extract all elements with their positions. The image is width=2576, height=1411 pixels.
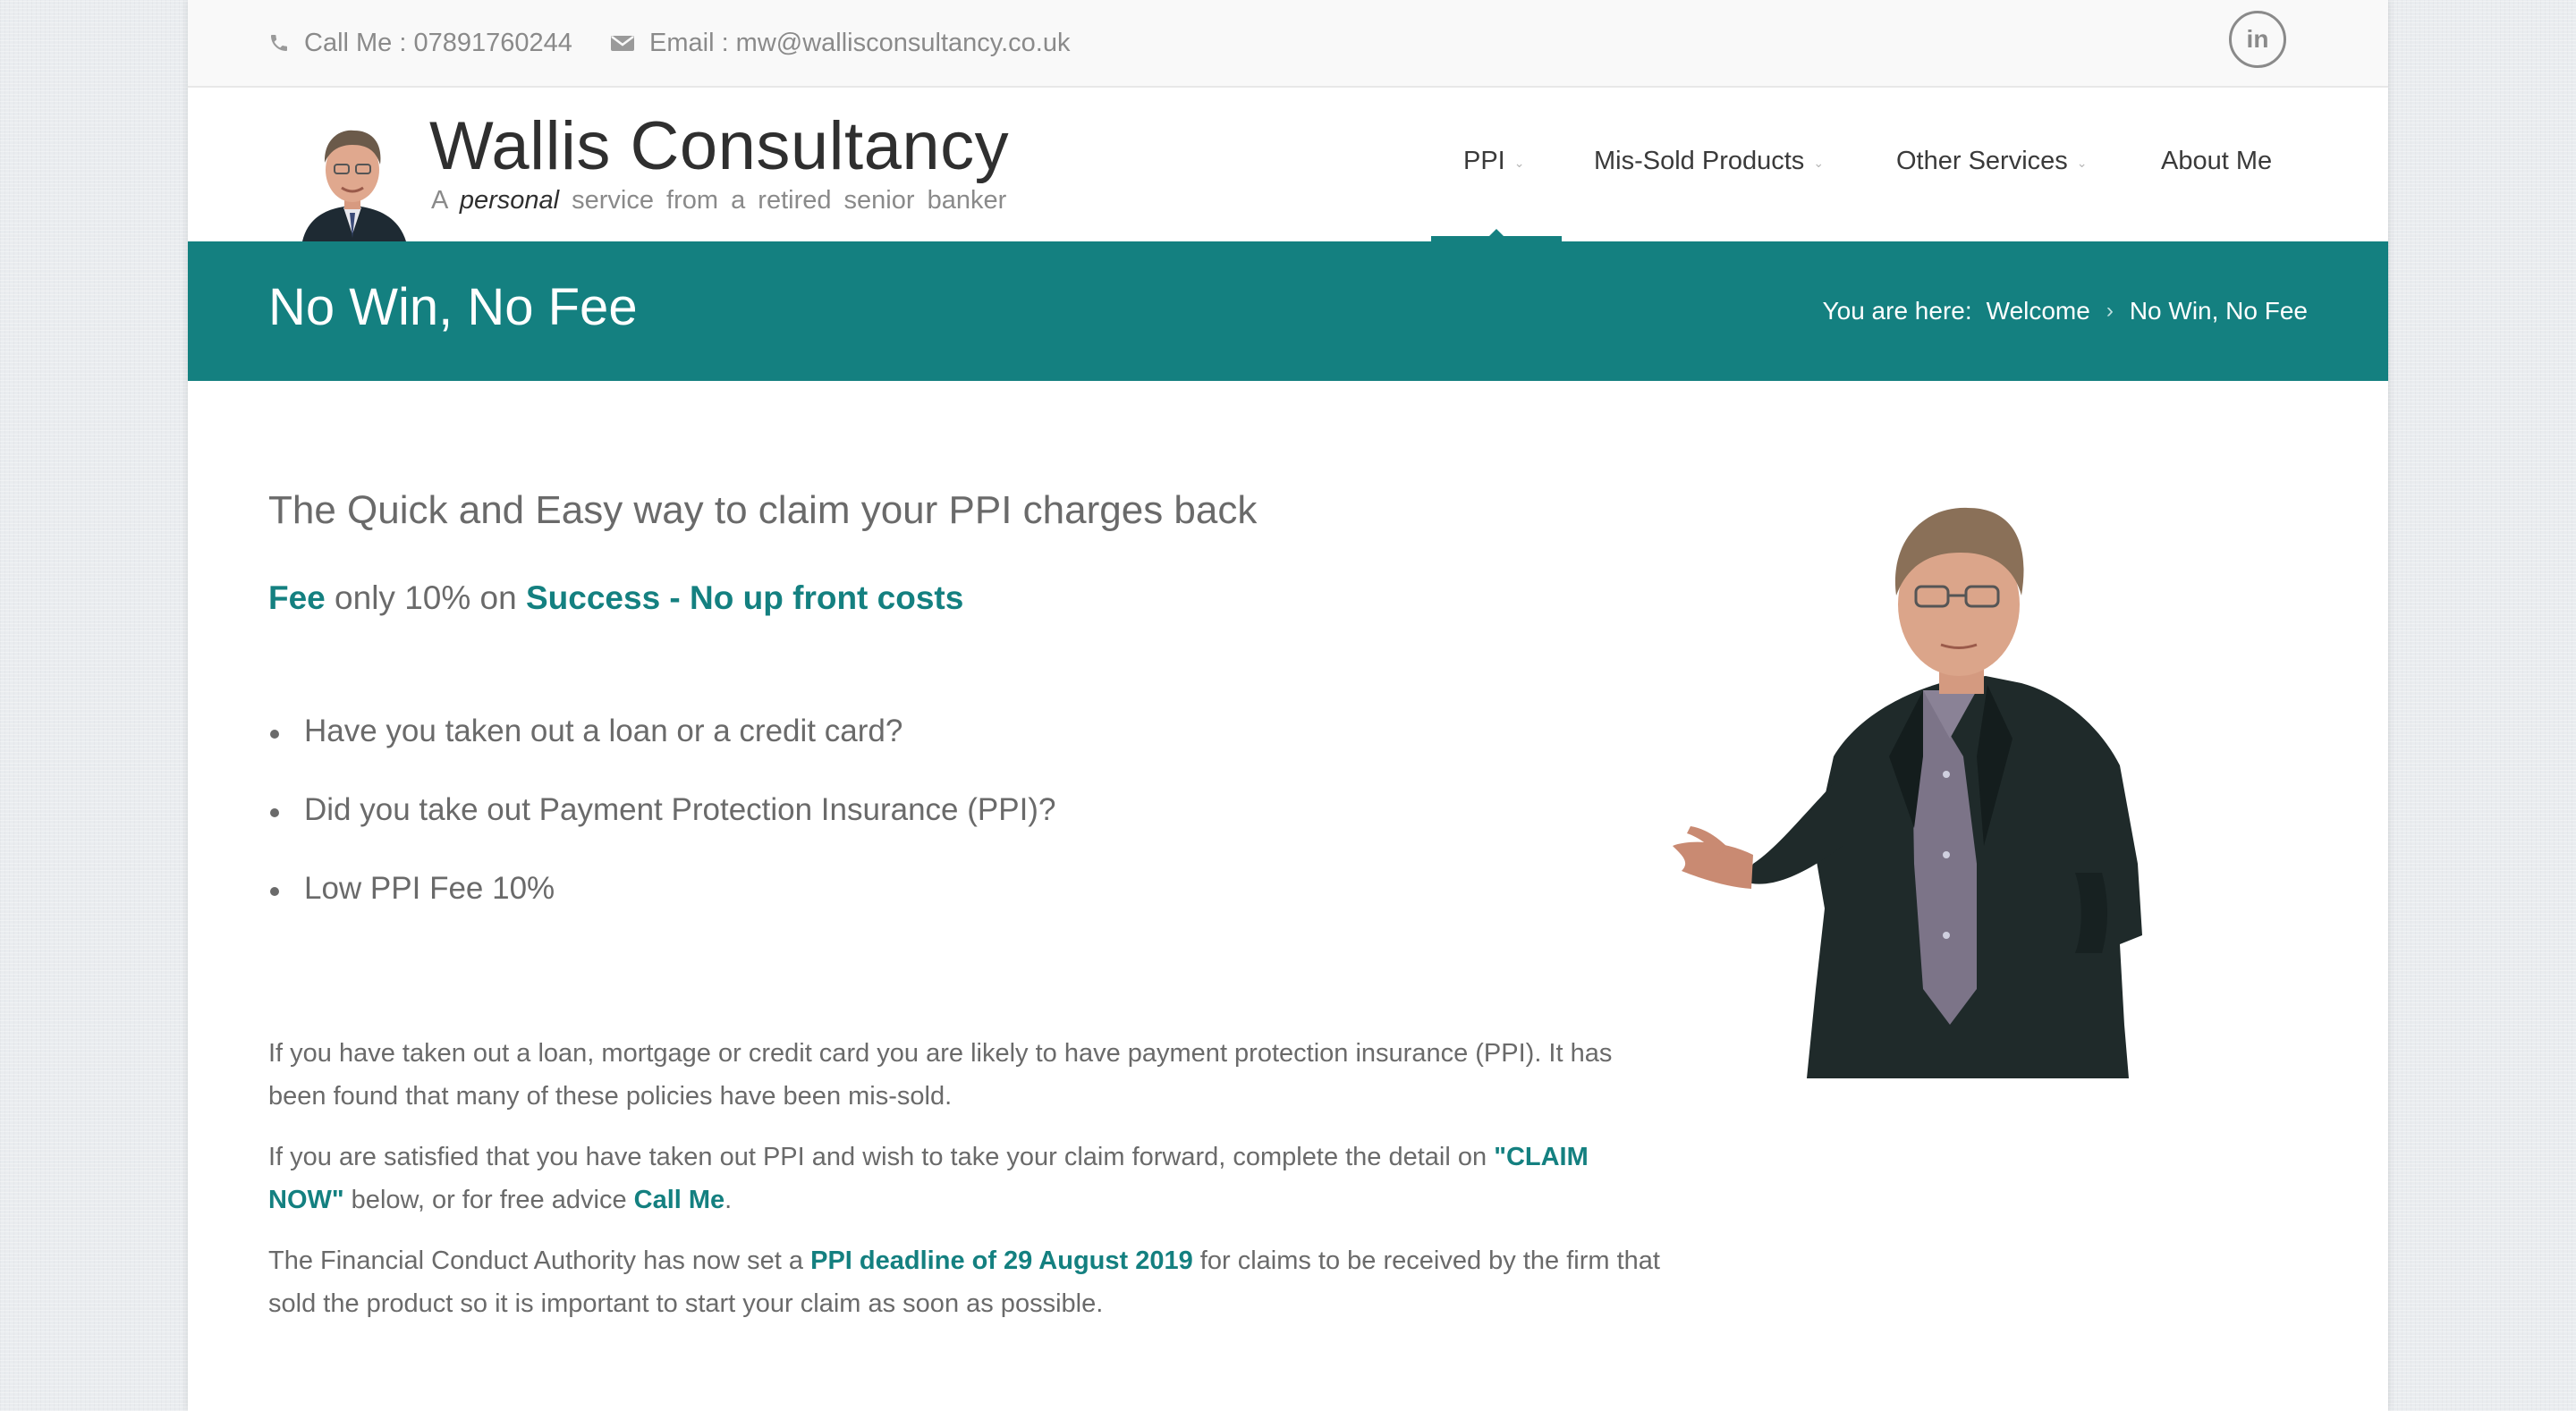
breadcrumb-label: You are here: <box>1822 297 1972 325</box>
phone-icon <box>271 35 287 51</box>
phone-text: Call Me : 07891760244 <box>304 28 572 57</box>
nav-item-other-services[interactable]: Other Services ⌄ <box>1896 147 2088 176</box>
phone-contact[interactable]: Call Me : 07891760244 <box>268 25 572 61</box>
nav-item-about-me[interactable]: About Me <box>2161 147 2272 176</box>
fee-middle: only 10% on <box>335 579 517 616</box>
email-contact[interactable]: Email : mw@wallisconsultancy.co.uk <box>610 25 1071 61</box>
nav-item-ppi[interactable]: PPI ⌄ <box>1463 147 1524 176</box>
consultant-portrait-image <box>1673 507 2142 1078</box>
envelope-icon <box>611 36 634 51</box>
page-container: Call Me : 07891760244 Email : mw@wallisc… <box>188 0 2388 1411</box>
nav-item-mis-sold-products[interactable]: Mis-Sold Products ⌄ <box>1594 147 1824 176</box>
chevron-down-icon: ⌄ <box>1513 156 1525 170</box>
paragraph-claim-middle: below, or for free advice <box>343 1186 634 1214</box>
top-contact-bar: Call Me : 07891760244 Email : mw@wallisc… <box>188 0 2388 88</box>
bullet-list: Have you taken out a loan or a credit ca… <box>268 714 1055 950</box>
breadcrumb-home-link[interactable]: Welcome <box>1987 297 2090 325</box>
chevron-down-icon: ⌄ <box>2076 156 2088 170</box>
paragraph-deadline-before: The Financial Conduct Authority has now … <box>268 1246 811 1275</box>
page-title-bar: No Win, No Fee You are here: Welcome › N… <box>188 241 2388 381</box>
page-title: No Win, No Fee <box>268 278 638 336</box>
main-content: The Quick and Easy way to claim your PPI… <box>188 381 2388 1411</box>
content-heading: The Quick and Easy way to claim your PPI… <box>268 488 1258 532</box>
list-item: Have you taken out a loan or a credit ca… <box>268 714 1055 792</box>
linkedin-label: in <box>2246 25 2269 53</box>
paragraph-claim-after: . <box>724 1186 733 1214</box>
fee-line: Fee only 10% on Success - No up front co… <box>268 579 963 617</box>
email-text: Email : mw@wallisconsultancy.co.uk <box>649 28 1071 57</box>
paragraph-claim-before: If you are satisfied that you have taken… <box>268 1143 1495 1171</box>
ppi-deadline-link[interactable]: PPI deadline of 29 August 2019 <box>810 1246 1193 1275</box>
paragraph-claim: If you are satisfied that you have taken… <box>268 1136 1664 1221</box>
breadcrumb: You are here: Welcome › No Win, No Fee <box>1823 297 2308 325</box>
breadcrumb-separator: › <box>2106 299 2114 323</box>
breadcrumb-current: No Win, No Fee <box>2129 297 2308 325</box>
linkedin-icon[interactable]: in <box>2229 11 2286 68</box>
nav-label-mis-sold: Mis-Sold Products <box>1594 147 1805 175</box>
nav-label-other: Other Services <box>1896 147 2068 175</box>
nav-label-ppi: PPI <box>1463 147 1505 175</box>
call-me-link[interactable]: Call Me <box>634 1186 725 1214</box>
list-item: Did you take out Payment Protection Insu… <box>268 792 1055 871</box>
fee-success: Success - No up front costs <box>525 579 964 616</box>
paragraph-mis-sold: If you have taken out a loan, mortgage o… <box>268 1039 1613 1111</box>
fee-word: Fee <box>268 579 326 616</box>
list-item: Low PPI Fee 10% <box>268 871 1055 950</box>
paragraph-deadline: The Financial Conduct Authority has now … <box>268 1239 1664 1325</box>
site-header: Wallis Consultancy A personal service fr… <box>188 88 2388 241</box>
chevron-down-icon: ⌄ <box>1813 156 1825 170</box>
nav-label-about: About Me <box>2161 147 2273 175</box>
main-nav: PPI ⌄ Mis-Sold Products ⌄ Other Services… <box>188 88 2388 241</box>
